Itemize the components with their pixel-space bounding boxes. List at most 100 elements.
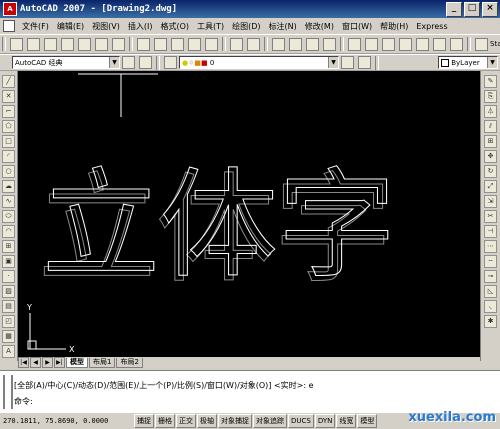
autocad-app-icon[interactable]: A: [3, 2, 17, 16]
chamfer-icon[interactable]: ◺: [484, 285, 497, 298]
break-icon[interactable]: ╌: [484, 255, 497, 268]
offset-icon[interactable]: ⫽: [484, 120, 497, 133]
table-icon[interactable]: ▦: [2, 330, 15, 343]
restore-button[interactable]: □: [464, 2, 480, 17]
properties-icon[interactable]: [348, 37, 361, 51]
save-workspace-icon[interactable]: [139, 56, 152, 69]
otrack-toggle[interactable]: 对象追踪: [253, 414, 287, 428]
menu-window[interactable]: 窗口(W): [338, 21, 376, 32]
grid-toggle[interactable]: 栅格: [155, 414, 175, 428]
toolbar-grip[interactable]: [2, 37, 6, 51]
snap-toggle[interactable]: 捕捉: [134, 414, 154, 428]
model-toggle[interactable]: 模型: [357, 414, 378, 428]
tab-prev-icon[interactable]: ◀: [30, 357, 41, 368]
print-preview-icon[interactable]: [78, 37, 91, 51]
command-window-grip[interactable]: [3, 375, 13, 409]
multiline-text-icon[interactable]: A: [2, 345, 15, 358]
move-icon[interactable]: ✥: [484, 150, 497, 163]
menu-draw[interactable]: 绘图(D): [228, 21, 264, 32]
menu-insert[interactable]: 插入(I): [124, 21, 157, 32]
pan-icon[interactable]: [272, 37, 285, 51]
menu-format[interactable]: 格式(O): [156, 21, 193, 32]
calculator-icon[interactable]: [433, 37, 446, 51]
workspace-settings-icon[interactable]: [122, 56, 135, 69]
help-icon[interactable]: [450, 37, 463, 51]
dyn-toggle[interactable]: DYN: [314, 414, 336, 428]
zoom-previous-icon[interactable]: [323, 37, 336, 51]
ellipse-arc-icon[interactable]: ◠: [2, 225, 15, 238]
chevron-down-icon[interactable]: ▼: [109, 57, 119, 68]
line-icon[interactable]: ╱: [2, 75, 15, 88]
tab-next-icon[interactable]: ▶: [42, 357, 53, 368]
rectangle-icon[interactable]: □: [2, 135, 15, 148]
tab-first-icon[interactable]: |◀: [18, 357, 29, 368]
trim-icon[interactable]: ✂: [484, 210, 497, 223]
osnap-toggle[interactable]: 对象捕捉: [218, 414, 252, 428]
document-icon[interactable]: [3, 20, 15, 32]
tab-layout1[interactable]: 布局1: [89, 357, 116, 368]
gradient-icon[interactable]: ▤: [2, 300, 15, 313]
hatch-icon[interactable]: ▨: [2, 285, 15, 298]
tab-model[interactable]: 模型: [66, 357, 88, 368]
scale-icon[interactable]: ⤢: [484, 180, 497, 193]
array-icon[interactable]: ⊞: [484, 135, 497, 148]
paste-icon[interactable]: [171, 37, 184, 51]
open-file-icon[interactable]: [27, 37, 40, 51]
tab-layout2[interactable]: 布局2: [116, 357, 143, 368]
coordinates-readout[interactable]: 270.1811, 75.8690, 0.0000: [0, 417, 134, 425]
design-center-icon[interactable]: [365, 37, 378, 51]
ellipse-icon[interactable]: ⬭: [2, 210, 15, 223]
sheet-set-icon[interactable]: [399, 37, 412, 51]
polar-toggle[interactable]: 极轴: [197, 414, 217, 428]
close-button[interactable]: ×: [482, 2, 498, 17]
rotate-icon[interactable]: ↻: [484, 165, 497, 178]
menu-help[interactable]: 帮助(H): [376, 21, 412, 32]
lineweight-toggle[interactable]: 线宽: [336, 414, 357, 428]
match-properties-icon[interactable]: [188, 37, 201, 51]
menu-file[interactable]: 文件(F): [18, 21, 53, 32]
join-icon[interactable]: ⊸: [484, 270, 497, 283]
workspace-select[interactable]: AutoCAD 经典 ▼: [12, 56, 120, 69]
cut-icon[interactable]: [137, 37, 150, 51]
arc-icon[interactable]: ◜: [2, 150, 15, 163]
block-editor-icon[interactable]: [205, 37, 218, 51]
region-icon[interactable]: ◰: [2, 315, 15, 328]
undo-icon[interactable]: [230, 37, 243, 51]
layer-select[interactable]: ●☼■■ 0 ▼: [179, 56, 339, 69]
color-select[interactable]: ByLayer ▼: [438, 56, 498, 69]
publish-icon[interactable]: [95, 37, 108, 51]
make-block-icon[interactable]: ▣: [2, 255, 15, 268]
stretch-icon[interactable]: ⇲: [484, 195, 497, 208]
print-icon[interactable]: [61, 37, 74, 51]
extend-icon[interactable]: ⊣: [484, 225, 497, 238]
make-layer-current-icon[interactable]: [341, 56, 354, 69]
polyline-icon[interactable]: ⌐: [2, 105, 15, 118]
point-icon[interactable]: ·: [2, 270, 15, 283]
tool-palettes-icon[interactable]: [382, 37, 395, 51]
layer-manager-icon[interactable]: [164, 56, 177, 69]
text-style-icon[interactable]: [475, 37, 488, 51]
fillet-icon[interactable]: ◟: [484, 300, 497, 313]
tab-last-icon[interactable]: ▶|: [54, 357, 65, 368]
new-file-icon[interactable]: [10, 37, 23, 51]
break-at-point-icon[interactable]: ⋯: [484, 240, 497, 253]
ortho-toggle[interactable]: 正交: [176, 414, 196, 428]
menu-modify[interactable]: 修改(M): [301, 21, 338, 32]
spline-icon[interactable]: ∿: [2, 195, 15, 208]
construction-line-icon[interactable]: ✕: [2, 90, 15, 103]
chevron-down-icon[interactable]: ▼: [487, 57, 497, 68]
command-prompt[interactable]: 命令:: [14, 396, 33, 407]
mirror-icon[interactable]: ⏃: [484, 105, 497, 118]
drawing-canvas[interactable]: 立体字 立体字 Y X: [18, 71, 480, 357]
3d-dwf-icon[interactable]: [112, 37, 125, 51]
copy-icon[interactable]: [154, 37, 167, 51]
markup-icon[interactable]: [416, 37, 429, 51]
copy-object-icon[interactable]: ⎘: [484, 90, 497, 103]
menu-tools[interactable]: 工具(T): [193, 21, 228, 32]
menu-dimension[interactable]: 标注(N): [265, 21, 301, 32]
circle-icon[interactable]: ○: [2, 165, 15, 178]
zoom-realtime-icon[interactable]: [289, 37, 302, 51]
layer-previous-icon[interactable]: [358, 56, 371, 69]
menu-edit[interactable]: 编辑(E): [53, 21, 88, 32]
polygon-icon[interactable]: ⬠: [2, 120, 15, 133]
